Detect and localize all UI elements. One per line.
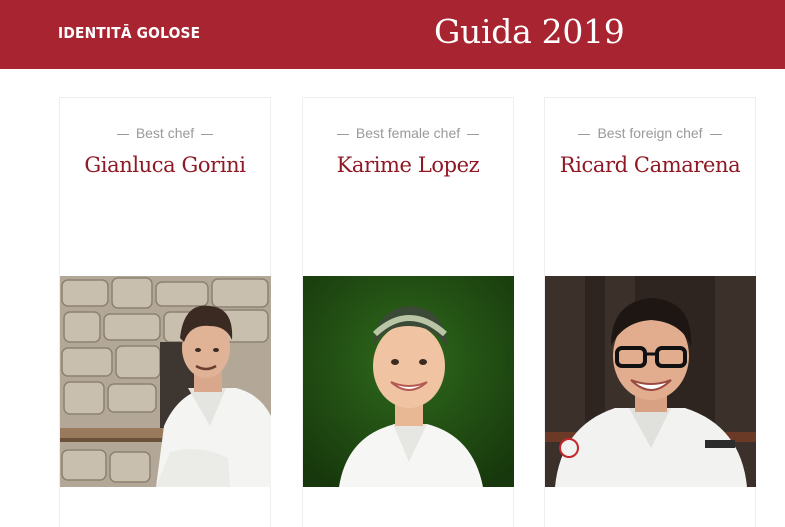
chef-portrait-dark-backdrop-icon [545, 276, 756, 487]
chef-name[interactable]: Gianluca Gorini [60, 153, 270, 177]
top-header-bar: IDENTITĀ GOLOSE Guida 2019 [0, 0, 785, 69]
chef-name[interactable]: Karime Lopez [303, 153, 513, 177]
dash-decoration [709, 133, 722, 135]
award-text: Best female chef [355, 125, 461, 141]
chef-card-best-female-chef[interactable]: Best female chef Karime Lopez [302, 97, 514, 527]
chef-photo[interactable] [545, 276, 756, 487]
award-text: Best chef [135, 125, 195, 141]
chef-card-best-foreign-chef[interactable]: Best foreign chef Ricard Camarena [544, 97, 756, 527]
dash-decoration [578, 133, 591, 135]
page-title: Guida 2019 [434, 12, 625, 51]
dash-decoration [116, 133, 129, 135]
award-label: Best female chef [303, 125, 513, 141]
dash-decoration [336, 133, 349, 135]
award-label: Best chef [60, 125, 270, 141]
chef-card-best-chef[interactable]: Best chef Gianluca Gorini [59, 97, 271, 527]
award-label: Best foreign chef [545, 125, 755, 141]
chef-portrait-stone-wall-icon [60, 276, 271, 487]
chef-photo[interactable] [60, 276, 271, 487]
award-text: Best foreign chef [597, 125, 703, 141]
identita-golose-logo[interactable]: IDENTITĀ GOLOSE [58, 24, 200, 42]
chef-photo[interactable] [303, 276, 514, 487]
dash-decoration [467, 133, 480, 135]
chef-portrait-green-backdrop-icon [303, 276, 514, 487]
chef-name[interactable]: Ricard Camarena [545, 153, 755, 177]
dash-decoration [201, 133, 214, 135]
